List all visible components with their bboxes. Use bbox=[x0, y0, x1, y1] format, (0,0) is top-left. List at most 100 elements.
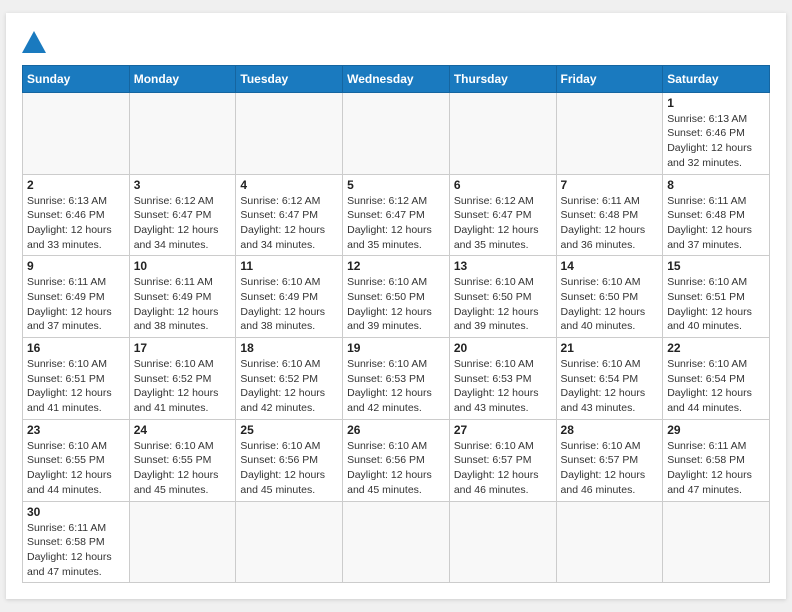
calendar-cell: 18 Sunrise: 6:10 AMSunset: 6:52 PMDayligh… bbox=[236, 338, 343, 420]
day-info: Sunrise: 6:10 AMSunset: 6:57 PMDaylight:… bbox=[561, 439, 659, 498]
calendar-cell: 11Sunrise: 6:10 AMSunset: 6:49 PMDayligh… bbox=[236, 256, 343, 338]
week-row-2: 2 Sunrise: 6:13 AMSunset: 6:46 PMDaylight… bbox=[23, 174, 770, 256]
day-number: 13 bbox=[454, 259, 552, 273]
calendar-cell: 29 Sunrise: 6:11 AMSunset: 6:58 PMDayligh… bbox=[663, 419, 770, 501]
calendar-cell: 13 Sunrise: 6:10 AMSunset: 6:50 PMDayligh… bbox=[449, 256, 556, 338]
calendar-cell bbox=[129, 92, 236, 174]
day-info: Sunrise: 6:10 AMSunset: 6:49 PMDaylight:… bbox=[240, 275, 338, 334]
day-number: 3 bbox=[134, 178, 232, 192]
weekday-header-sunday: Sunday bbox=[23, 65, 130, 92]
calendar-cell: 9 Sunrise: 6:11 AMSunset: 6:49 PMDaylight… bbox=[23, 256, 130, 338]
day-number: 20 bbox=[454, 341, 552, 355]
day-number: 17 bbox=[134, 341, 232, 355]
day-number: 25 bbox=[240, 423, 338, 437]
day-info: Sunrise: 6:10 AMSunset: 6:53 PMDaylight:… bbox=[347, 357, 445, 416]
calendar-cell: 17 Sunrise: 6:10 AMSunset: 6:52 PMDayligh… bbox=[129, 338, 236, 420]
calendar-cell: 6Sunrise: 6:12 AMSunset: 6:47 PMDaylight… bbox=[449, 174, 556, 256]
day-info: Sunrise: 6:10 AMSunset: 6:55 PMDaylight:… bbox=[134, 439, 232, 498]
day-info: Sunrise: 6:12 AMSunset: 6:47 PMDaylight:… bbox=[347, 194, 445, 253]
calendar-cell: 20Sunrise: 6:10 AMSunset: 6:53 PMDayligh… bbox=[449, 338, 556, 420]
day-number: 16 bbox=[27, 341, 125, 355]
calendar-cell: 21 Sunrise: 6:10 AMSunset: 6:54 PMDayligh… bbox=[556, 338, 663, 420]
calendar-cell: 27 Sunrise: 6:10 AMSunset: 6:57 PMDayligh… bbox=[449, 419, 556, 501]
day-info: Sunrise: 6:10 AMSunset: 6:57 PMDaylight:… bbox=[454, 439, 552, 498]
day-info: Sunrise: 6:11 AMSunset: 6:49 PMDaylight:… bbox=[27, 275, 125, 334]
day-info: Sunrise: 6:10 AMSunset: 6:50 PMDaylight:… bbox=[454, 275, 552, 334]
day-info: Sunrise: 6:12 AMSunset: 6:47 PMDaylight:… bbox=[240, 194, 338, 253]
day-number: 15 bbox=[667, 259, 765, 273]
calendar-cell bbox=[449, 501, 556, 583]
day-number: 28 bbox=[561, 423, 659, 437]
day-info: Sunrise: 6:10 AMSunset: 6:52 PMDaylight:… bbox=[134, 357, 232, 416]
calendar-cell bbox=[556, 92, 663, 174]
calendar-cell: 5 Sunrise: 6:12 AMSunset: 6:47 PMDaylight… bbox=[343, 174, 450, 256]
day-number: 7 bbox=[561, 178, 659, 192]
day-info: Sunrise: 6:10 AMSunset: 6:56 PMDaylight:… bbox=[347, 439, 445, 498]
day-number: 6 bbox=[454, 178, 552, 192]
week-row-1: 1 Sunrise: 6:13 AMSunset: 6:46 PMDaylight… bbox=[23, 92, 770, 174]
day-info: Sunrise: 6:13 AMSunset: 6:46 PMDaylight:… bbox=[667, 112, 765, 171]
week-row-4: 16 Sunrise: 6:10 AMSunset: 6:51 PMDayligh… bbox=[23, 338, 770, 420]
calendar-cell: 8Sunrise: 6:11 AMSunset: 6:48 PMDaylight… bbox=[663, 174, 770, 256]
day-number: 9 bbox=[27, 259, 125, 273]
calendar-cell bbox=[236, 501, 343, 583]
calendar-cell bbox=[449, 92, 556, 174]
day-number: 18 bbox=[240, 341, 338, 355]
calendar-cell: 7 Sunrise: 6:11 AMSunset: 6:48 PMDaylight… bbox=[556, 174, 663, 256]
day-info: Sunrise: 6:10 AMSunset: 6:54 PMDaylight:… bbox=[667, 357, 765, 416]
day-number: 29 bbox=[667, 423, 765, 437]
calendar-cell: 2 Sunrise: 6:13 AMSunset: 6:46 PMDaylight… bbox=[23, 174, 130, 256]
calendar-cell: 3 Sunrise: 6:12 AMSunset: 6:47 PMDaylight… bbox=[129, 174, 236, 256]
weekday-header-tuesday: Tuesday bbox=[236, 65, 343, 92]
logo-triangle-icon bbox=[22, 31, 46, 53]
day-number: 27 bbox=[454, 423, 552, 437]
weekday-header-wednesday: Wednesday bbox=[343, 65, 450, 92]
day-info: Sunrise: 6:10 AMSunset: 6:51 PMDaylight:… bbox=[667, 275, 765, 334]
day-number: 22 bbox=[667, 341, 765, 355]
day-info: Sunrise: 6:10 AMSunset: 6:50 PMDaylight:… bbox=[347, 275, 445, 334]
calendar-cell: 24 Sunrise: 6:10 AMSunset: 6:55 PMDayligh… bbox=[129, 419, 236, 501]
weekday-header-thursday: Thursday bbox=[449, 65, 556, 92]
week-row-6: 30Sunrise: 6:11 AMSunset: 6:58 PMDayligh… bbox=[23, 501, 770, 583]
calendar-cell: 1 Sunrise: 6:13 AMSunset: 6:46 PMDaylight… bbox=[663, 92, 770, 174]
day-number: 24 bbox=[134, 423, 232, 437]
calendar-cell: 28 Sunrise: 6:10 AMSunset: 6:57 PMDayligh… bbox=[556, 419, 663, 501]
weekday-header-saturday: Saturday bbox=[663, 65, 770, 92]
day-info: Sunrise: 6:10 AMSunset: 6:56 PMDaylight:… bbox=[240, 439, 338, 498]
day-info: Sunrise: 6:10 AMSunset: 6:55 PMDaylight:… bbox=[27, 439, 125, 498]
logo bbox=[22, 29, 46, 53]
day-number: 19 bbox=[347, 341, 445, 355]
calendar-cell: 15 Sunrise: 6:10 AMSunset: 6:51 PMDayligh… bbox=[663, 256, 770, 338]
calendar-cell bbox=[343, 92, 450, 174]
calendar-cell: 26Sunrise: 6:10 AMSunset: 6:56 PMDayligh… bbox=[343, 419, 450, 501]
day-number: 12 bbox=[347, 259, 445, 273]
calendar-cell: 16 Sunrise: 6:10 AMSunset: 6:51 PMDayligh… bbox=[23, 338, 130, 420]
day-number: 4 bbox=[240, 178, 338, 192]
day-info: Sunrise: 6:11 AMSunset: 6:48 PMDaylight:… bbox=[561, 194, 659, 253]
day-number: 1 bbox=[667, 96, 765, 110]
calendar-cell: 19 Sunrise: 6:10 AMSunset: 6:53 PMDayligh… bbox=[343, 338, 450, 420]
calendar-cell: 22 Sunrise: 6:10 AMSunset: 6:54 PMDayligh… bbox=[663, 338, 770, 420]
weekday-header-monday: Monday bbox=[129, 65, 236, 92]
day-info: Sunrise: 6:13 AMSunset: 6:46 PMDaylight:… bbox=[27, 194, 125, 253]
calendar-cell: 23Sunrise: 6:10 AMSunset: 6:55 PMDayligh… bbox=[23, 419, 130, 501]
day-info: Sunrise: 6:11 AMSunset: 6:58 PMDaylight:… bbox=[667, 439, 765, 498]
week-row-3: 9 Sunrise: 6:11 AMSunset: 6:49 PMDaylight… bbox=[23, 256, 770, 338]
day-info: Sunrise: 6:12 AMSunset: 6:47 PMDaylight:… bbox=[134, 194, 232, 253]
calendar-cell bbox=[236, 92, 343, 174]
day-number: 21 bbox=[561, 341, 659, 355]
calendar-cell: 12 Sunrise: 6:10 AMSunset: 6:50 PMDayligh… bbox=[343, 256, 450, 338]
calendar-cell: 25 Sunrise: 6:10 AMSunset: 6:56 PMDayligh… bbox=[236, 419, 343, 501]
day-number: 14 bbox=[561, 259, 659, 273]
day-info: Sunrise: 6:10 AMSunset: 6:54 PMDaylight:… bbox=[561, 357, 659, 416]
day-number: 5 bbox=[347, 178, 445, 192]
day-info: Sunrise: 6:11 AMSunset: 6:48 PMDaylight:… bbox=[667, 194, 765, 253]
calendar-cell bbox=[23, 92, 130, 174]
day-info: Sunrise: 6:10 AMSunset: 6:52 PMDaylight:… bbox=[240, 357, 338, 416]
day-info: Sunrise: 6:10 AMSunset: 6:51 PMDaylight:… bbox=[27, 357, 125, 416]
day-number: 2 bbox=[27, 178, 125, 192]
calendar-cell: 30Sunrise: 6:11 AMSunset: 6:58 PMDayligh… bbox=[23, 501, 130, 583]
day-info: Sunrise: 6:10 AMSunset: 6:50 PMDaylight:… bbox=[561, 275, 659, 334]
calendar-table: SundayMondayTuesdayWednesdayThursdayFrid… bbox=[22, 65, 770, 584]
day-info: Sunrise: 6:11 AMSunset: 6:58 PMDaylight:… bbox=[27, 521, 125, 580]
